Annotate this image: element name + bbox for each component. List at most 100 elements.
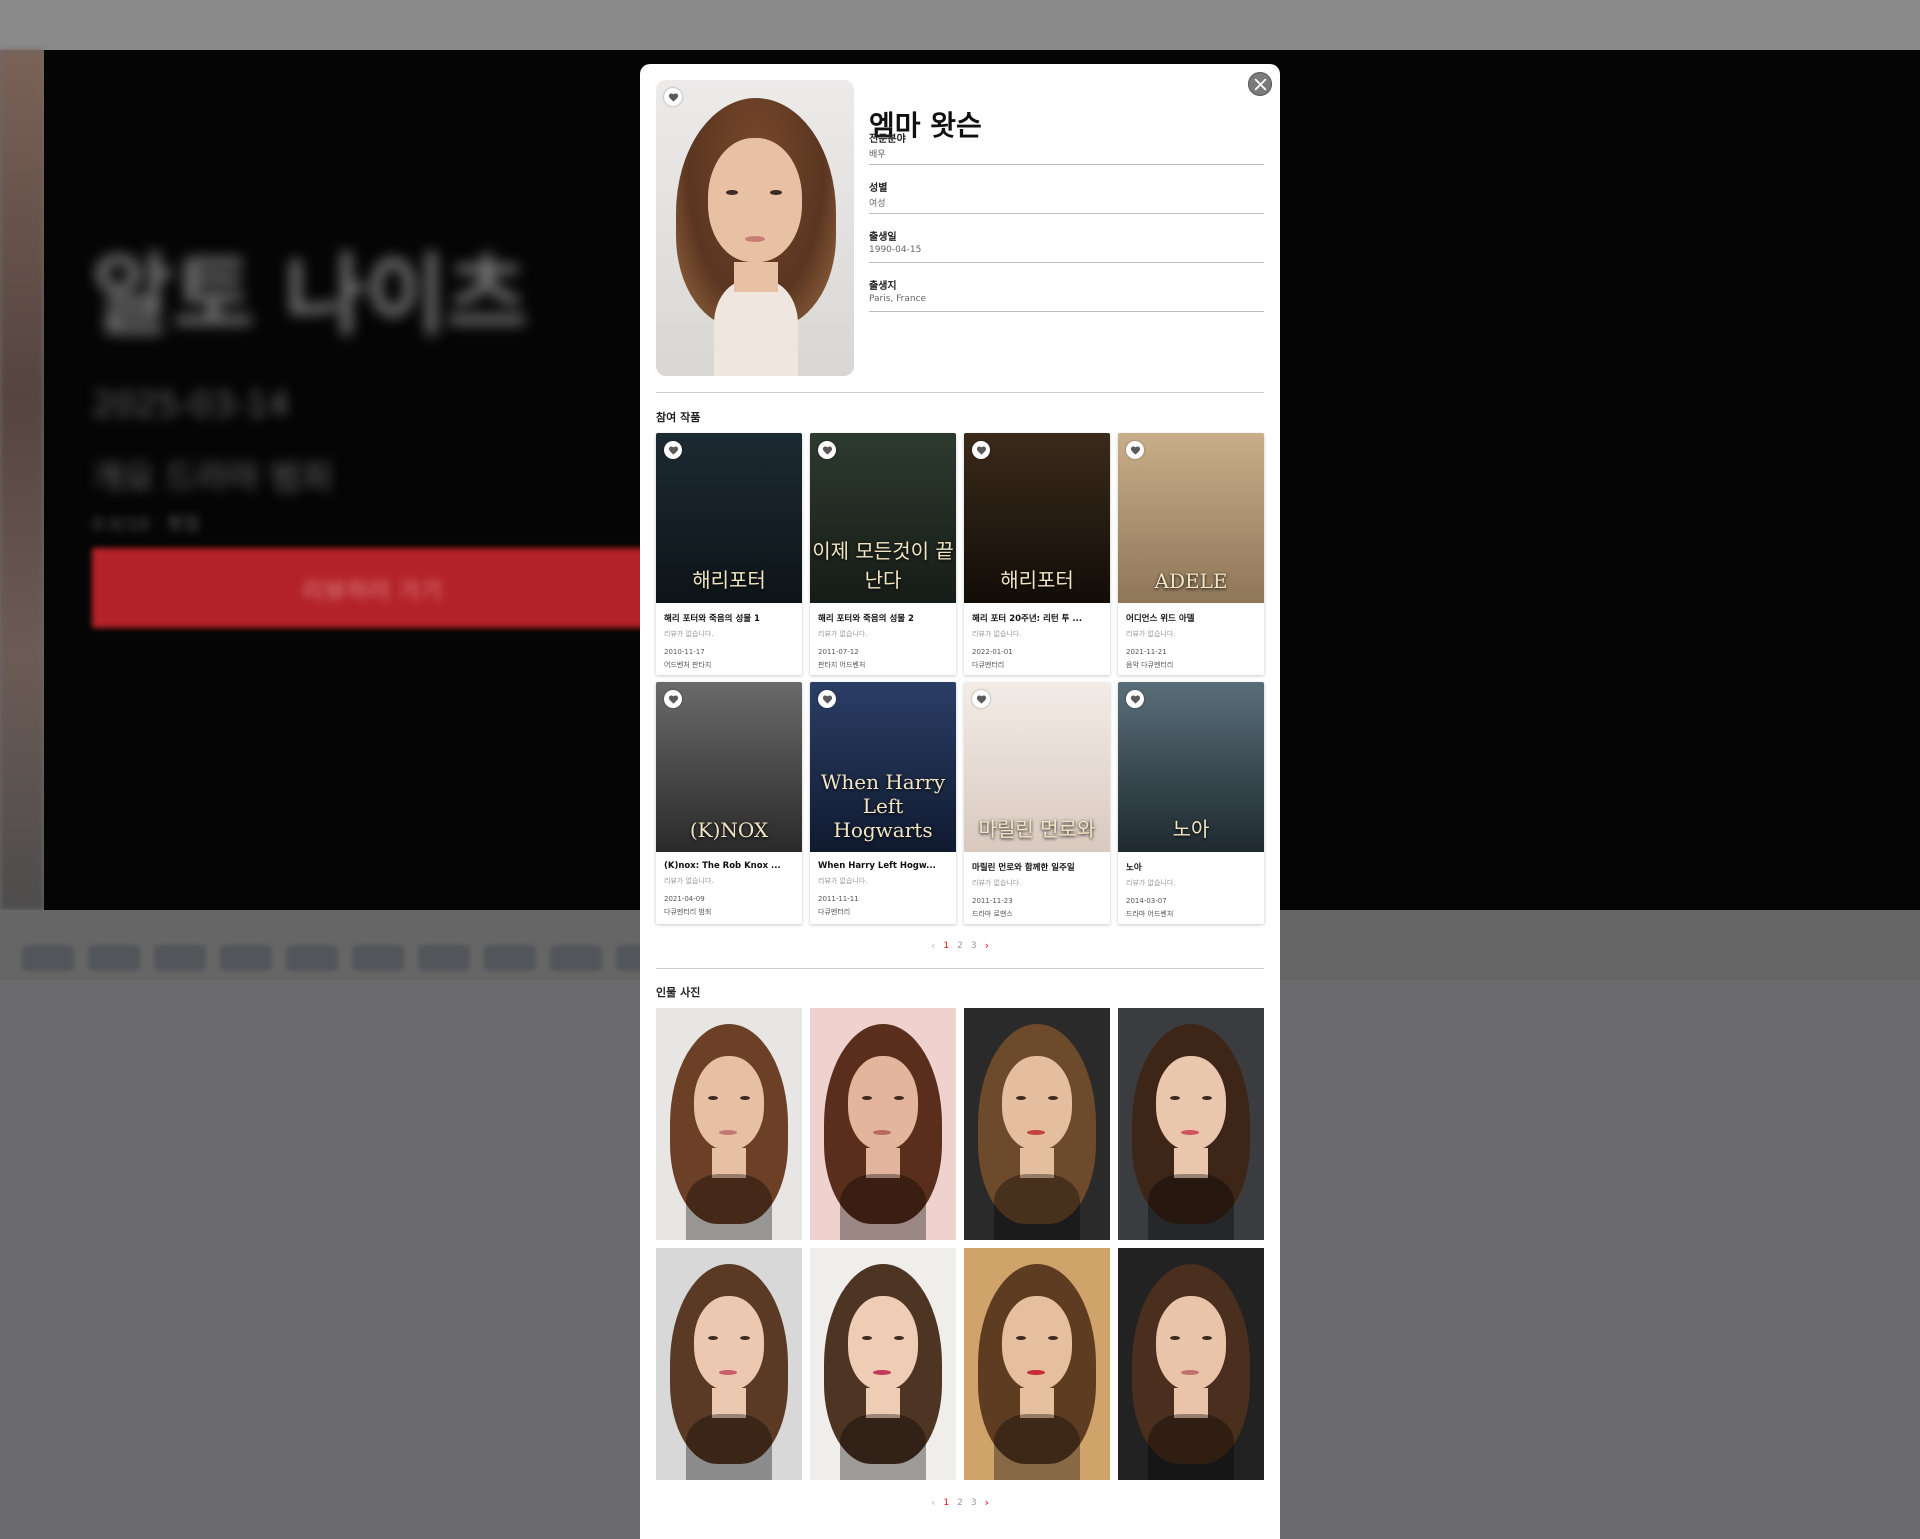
person-photo[interactable] xyxy=(810,1008,956,1240)
photos-pagination: ‹ 1 2 3 › xyxy=(640,1496,1280,1509)
work-card[interactable]: 마릴린 먼로와마릴린 먼로와 함께한 일주일리뷰가 없습니다. 2011-11-2… xyxy=(964,682,1110,924)
work-genre: 다큐멘터리 범죄 xyxy=(664,908,712,916)
info-value: 여성 xyxy=(869,199,886,209)
work-genre: 음악 다큐멘터리 xyxy=(1126,661,1174,669)
work-title: 해리 포터 20주년: 리턴 투 ... xyxy=(972,614,1083,624)
work-genre: 드라마 로맨스 xyxy=(972,910,1013,918)
work-title: 어디언스 위드 아델 xyxy=(1126,614,1195,624)
page-3-button[interactable]: 3 xyxy=(971,941,977,951)
heart-icon xyxy=(976,445,986,455)
work-date: 2010-11-17 xyxy=(664,648,705,656)
work-genre: 어드벤처 판타지 xyxy=(664,661,712,669)
favorite-work-button[interactable] xyxy=(1126,690,1144,708)
work-review: 리뷰가 없습니다. xyxy=(664,630,714,638)
favorite-person-button[interactable] xyxy=(664,88,682,106)
background-title: 알토 나이츠 xyxy=(92,244,528,347)
person-detail-modal: 엠마 왓슨 전문분야 배우 성별 여성 출생일 1990-04-15 출생지 P… xyxy=(640,64,1280,1539)
favorite-work-button[interactable] xyxy=(664,690,682,708)
heart-icon xyxy=(822,694,832,704)
work-review: 리뷰가 없습니다. xyxy=(818,877,868,885)
favorite-work-button[interactable] xyxy=(818,441,836,459)
person-photo[interactable] xyxy=(964,1008,1110,1240)
background-genre: 개요 드라마 범죄 xyxy=(92,458,333,498)
poster-title-text: ADELE xyxy=(1154,569,1228,593)
work-date: 2021-11-21 xyxy=(1126,648,1167,656)
work-poster: (K)NOX xyxy=(656,682,802,852)
next-page-button[interactable]: › xyxy=(985,939,989,952)
works-section-title: 참여 작품 xyxy=(656,411,701,424)
info-birthplace: 출생지 Paris, France xyxy=(869,277,1264,312)
prev-page-button[interactable]: ‹ xyxy=(931,939,935,952)
poster-title-text: 노아 xyxy=(1172,817,1210,841)
background-cta-button: 리뷰하러 가기 xyxy=(92,548,652,628)
person-photo[interactable] xyxy=(810,1248,956,1480)
favorite-work-button[interactable] xyxy=(972,690,990,708)
work-card[interactable]: 노아 노아 리뷰가 없습니다. 2014-03-07 드라마 어드벤처 xyxy=(1118,682,1264,924)
background-header xyxy=(0,0,1920,50)
person-photo[interactable] xyxy=(656,1008,802,1240)
work-card[interactable]: 해리포터해리 포터와 죽음의 성물 1 리뷰가 없습니다. 2010-11-17 어드… xyxy=(656,433,802,675)
page-2-button[interactable]: 2 xyxy=(957,941,963,951)
work-title: 해리 포터와 죽음의 성물 1 xyxy=(664,614,760,624)
poster-title-text: (K)NOX xyxy=(689,818,769,842)
page-1-button[interactable]: 1 xyxy=(943,941,949,951)
page-1-button[interactable]: 1 xyxy=(943,1498,949,1508)
poster-title-text: 해리포터 xyxy=(1000,568,1074,592)
background-side-strip xyxy=(0,50,44,910)
heart-icon xyxy=(976,694,986,704)
person-photo[interactable] xyxy=(1118,1008,1264,1240)
work-review: 리뷰가 없습니다. xyxy=(1126,879,1176,887)
work-title: 마릴린 먼로와 함께한 일주일 xyxy=(972,863,1075,873)
heart-icon xyxy=(822,445,832,455)
work-date: 2011-07-12 xyxy=(818,648,859,656)
work-poster: 해리포터 xyxy=(964,433,1110,603)
heart-icon xyxy=(1130,694,1140,704)
info-label: 출생지 xyxy=(869,281,897,292)
info-label: 성별 xyxy=(869,183,888,194)
work-card[interactable]: ADELE 어디언스 위드 아델 리뷰가 없습니다. 2021-11-21 음악 다큐멘… xyxy=(1118,433,1264,675)
work-card[interactable]: When Harry Left Hogwarts When Harry Left … xyxy=(810,682,956,924)
work-title: 해리 포터와 죽음의 성물 2 xyxy=(818,614,914,624)
close-button[interactable] xyxy=(1248,72,1272,96)
work-poster: 노아 xyxy=(1118,682,1264,852)
poster-title-text: When Harry Left Hogwarts xyxy=(820,770,946,842)
favorite-work-button[interactable] xyxy=(664,441,682,459)
info-label: 전문분야 xyxy=(869,134,906,145)
work-card[interactable]: 이제 모든것이 끝난다 해리 포터와 죽음의 성물 2 리뷰가 없습니다. 2011-… xyxy=(810,433,956,675)
prev-page-button[interactable]: ‹ xyxy=(931,1496,935,1509)
work-review: 리뷰가 없습니다. xyxy=(664,877,714,885)
info-gender: 성별 여성 xyxy=(869,179,1264,214)
heart-icon xyxy=(668,445,678,455)
favorite-work-button[interactable] xyxy=(1126,441,1144,459)
work-poster: 마릴린 먼로와 xyxy=(964,682,1110,852)
photos-grid xyxy=(656,1008,1266,1480)
favorite-work-button[interactable] xyxy=(818,690,836,708)
works-grid: 해리포터해리 포터와 죽음의 성물 1 리뷰가 없습니다. 2010-11-17 어드… xyxy=(656,433,1266,924)
work-card[interactable]: (K)NOX (K)nox: The Rob Knox ... 리뷰가 없습니다. 2… xyxy=(656,682,802,924)
photos-section-title: 인물 사진 xyxy=(656,986,701,999)
work-genre: 드라마 어드벤처 xyxy=(1126,910,1174,918)
info-value: 1990-04-15 xyxy=(869,245,922,255)
section-divider xyxy=(656,392,1264,393)
work-date: 2021-04-09 xyxy=(664,895,705,903)
work-genre: 다큐멘터리 xyxy=(972,661,1005,669)
work-poster: 해리포터 xyxy=(656,433,802,603)
close-icon xyxy=(1254,78,1266,90)
next-page-button[interactable]: › xyxy=(985,1496,989,1509)
work-date: 2011-11-23 xyxy=(972,897,1013,905)
work-review: 리뷰가 없습니다. xyxy=(972,879,1022,887)
person-photo[interactable] xyxy=(656,1248,802,1480)
page-3-button[interactable]: 3 xyxy=(971,1498,977,1508)
poster-title-text: 해리포터 xyxy=(692,568,766,592)
person-photo[interactable] xyxy=(964,1248,1110,1480)
work-genre: 판타지 어드벤처 xyxy=(818,661,866,669)
work-date: 2022-01-01 xyxy=(972,648,1013,656)
person-photo[interactable] xyxy=(1118,1248,1264,1480)
work-genre: 다큐멘터리 xyxy=(818,908,851,916)
background-date: 2025-03-14 xyxy=(92,385,290,425)
favorite-work-button[interactable] xyxy=(972,441,990,459)
work-card[interactable]: 해리포터 해리 포터 20주년: 리턴 투 ... 리뷰가 없습니다. 2022-01… xyxy=(964,433,1110,675)
section-divider xyxy=(656,968,1264,969)
page-2-button[interactable]: 2 xyxy=(957,1498,963,1508)
poster-title-text: 이제 모든것이 끝난다 xyxy=(812,539,954,592)
